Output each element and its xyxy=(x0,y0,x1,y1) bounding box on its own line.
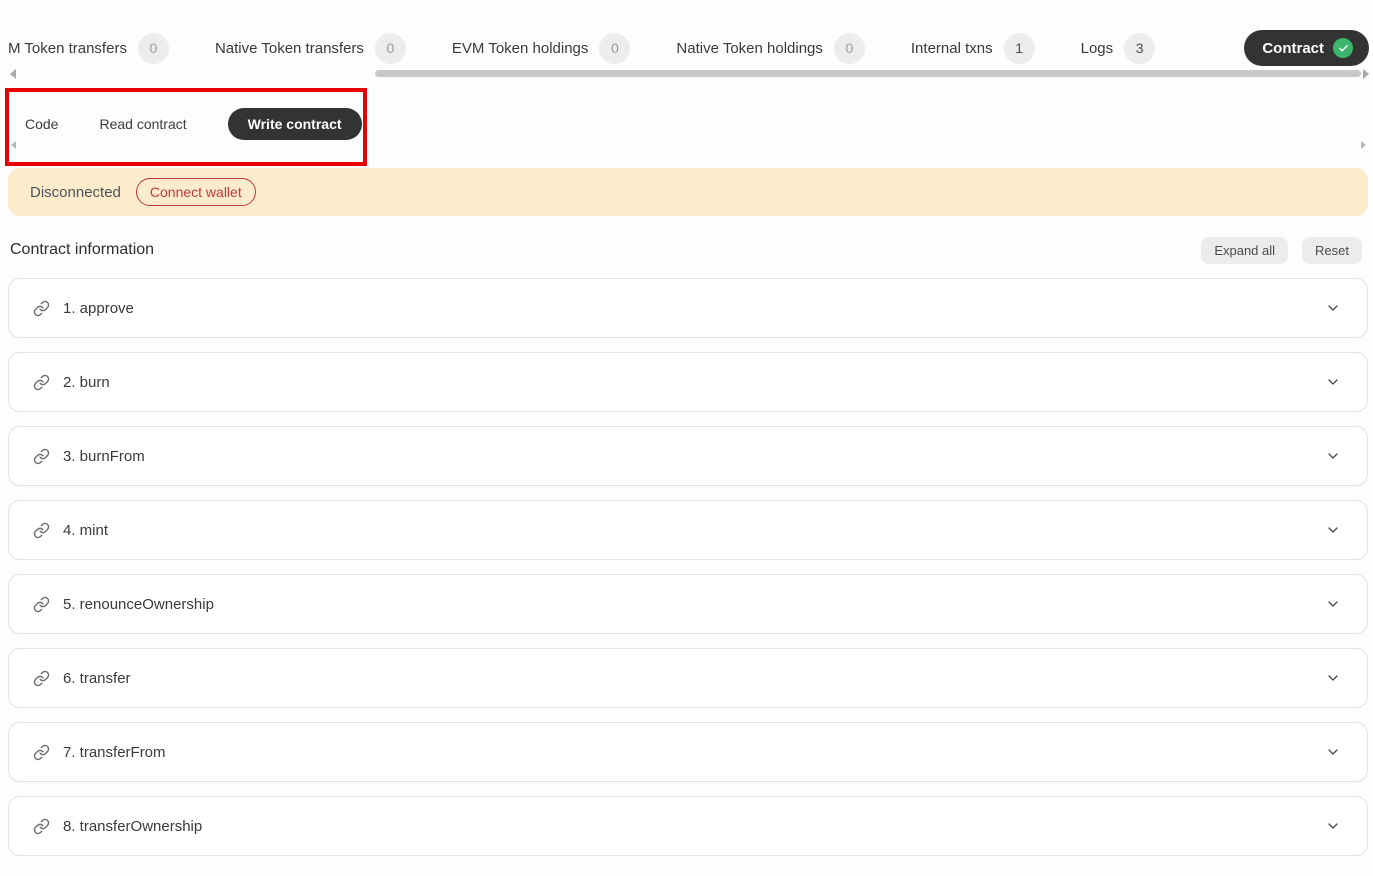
contract-subtabs: Code Read contract Write contract xyxy=(25,106,362,141)
subtab-write-contract[interactable]: Write contract xyxy=(227,107,362,140)
tab-label: Native Token transfers xyxy=(214,39,364,57)
connect-wallet-button[interactable]: Connect wallet xyxy=(135,178,256,206)
tabs-scroll-right-icon[interactable] xyxy=(1363,69,1369,79)
function-row-mint[interactable]: 4. mint xyxy=(8,500,1368,560)
chevron-down-icon xyxy=(1325,374,1341,390)
function-link-icon[interactable] xyxy=(33,596,50,613)
subtab-read-contract[interactable]: Read contract xyxy=(99,116,186,132)
tab-native-token-transfers[interactable]: Native Token transfers 0 xyxy=(214,32,406,64)
chevron-down-icon xyxy=(1325,448,1341,464)
subtabs-scroll-right-icon[interactable] xyxy=(1361,141,1366,149)
tab-count-badge: 3 xyxy=(1124,32,1156,64)
tab-count-badge: 0 xyxy=(374,32,406,64)
wallet-status-text: Disconnected xyxy=(30,183,121,201)
tab-count-badge: 0 xyxy=(137,32,169,64)
function-label: 4. mint xyxy=(63,521,109,539)
section-actions: Expand all Reset xyxy=(1201,236,1362,264)
function-row-transfer[interactable]: 6. transfer xyxy=(8,648,1368,708)
chevron-down-icon xyxy=(1325,596,1341,612)
tab-bar: M Token transfers 0 Native Token transfe… xyxy=(8,28,1369,68)
tab-native-token-holdings[interactable]: Native Token holdings 0 xyxy=(676,32,865,64)
function-row-burn[interactable]: 2. burn xyxy=(8,352,1368,412)
tab-internal-txns[interactable]: Internal txns 1 xyxy=(910,32,1035,64)
function-link-icon[interactable] xyxy=(33,744,50,761)
subtabs-scroll-left-icon[interactable] xyxy=(11,141,16,149)
tab-label: EVM Token holdings xyxy=(451,39,589,57)
function-label: 3. burnFrom xyxy=(63,447,145,465)
function-label: 6. transfer xyxy=(63,669,131,687)
function-label: 1. approve xyxy=(63,299,134,317)
function-row-approve[interactable]: 1. approve xyxy=(8,278,1368,338)
function-label: 7. transferFrom xyxy=(63,743,166,761)
function-link-icon[interactable] xyxy=(33,818,50,835)
tabs-scrollbar[interactable] xyxy=(375,70,1361,77)
function-link-icon[interactable] xyxy=(33,300,50,317)
tab-label: Native Token holdings xyxy=(676,39,823,57)
tab-contract[interactable]: Contract xyxy=(1244,30,1369,66)
tab-label: Contract xyxy=(1262,39,1324,57)
tab-count-badge: 1 xyxy=(1003,32,1035,64)
function-row-transferfrom[interactable]: 7. transferFrom xyxy=(8,722,1368,782)
chevron-down-icon xyxy=(1325,522,1341,538)
chevron-down-icon xyxy=(1325,744,1341,760)
function-label: 5. renounceOwnership xyxy=(63,595,214,613)
wallet-status-banner: Disconnected Connect wallet xyxy=(8,168,1368,216)
chevron-down-icon xyxy=(1325,818,1341,834)
function-link-icon[interactable] xyxy=(33,448,50,465)
function-label: 2. burn xyxy=(63,373,110,391)
tabs-scroll-left-icon[interactable] xyxy=(10,69,16,79)
tab-label: Logs xyxy=(1080,39,1114,57)
function-link-icon[interactable] xyxy=(33,522,50,539)
expand-all-button[interactable]: Expand all xyxy=(1201,236,1289,264)
function-row-transferownership[interactable]: 8. transferOwnership xyxy=(8,796,1368,856)
function-row-burnfrom[interactable]: 3. burnFrom xyxy=(8,426,1368,486)
function-label: 8. transferOwnership xyxy=(63,817,203,835)
page-title: Contract information xyxy=(10,241,155,258)
contract-verified-check-icon xyxy=(1333,38,1353,58)
tab-label: Internal txns xyxy=(910,39,993,57)
chevron-down-icon xyxy=(1325,300,1341,316)
function-link-icon[interactable] xyxy=(33,670,50,687)
function-link-icon[interactable] xyxy=(33,374,50,391)
tab-count-badge: 0 xyxy=(599,32,631,64)
contract-function-list: 1. approve 2. burn 3. burnFrom 4. mint 5… xyxy=(8,278,1368,870)
function-row-renounceownership[interactable]: 5. renounceOwnership xyxy=(8,574,1368,634)
tab-token-transfers[interactable]: M Token transfers 0 xyxy=(8,32,169,64)
chevron-down-icon xyxy=(1325,670,1341,686)
tab-label: M Token transfers xyxy=(8,39,127,57)
contract-information-header: Contract information Expand all Reset xyxy=(10,236,1362,264)
reset-button[interactable]: Reset xyxy=(1302,236,1362,264)
tab-logs[interactable]: Logs 3 xyxy=(1080,32,1156,64)
tab-evm-token-holdings[interactable]: EVM Token holdings 0 xyxy=(451,32,631,64)
tab-count-badge: 0 xyxy=(833,32,865,64)
subtab-code[interactable]: Code xyxy=(25,116,58,132)
